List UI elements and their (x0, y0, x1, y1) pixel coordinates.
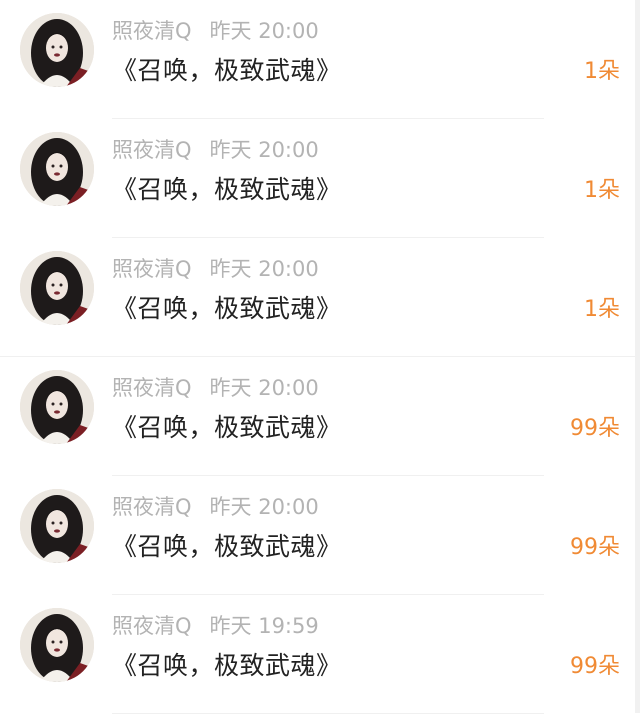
record-meta: 照夜清Q 昨天 20:00 (112, 16, 319, 46)
avatar-portrait-icon (20, 489, 94, 563)
avatar-portrait-icon (20, 608, 94, 682)
gift-record-list: 照夜清Q 昨天 20:00 《召唤，极致武魂》 1朵 照夜清Q 昨天 20:00 《… (0, 0, 640, 714)
avatar[interactable] (20, 608, 94, 682)
record-meta: 照夜清Q 昨天 20:00 (112, 254, 319, 284)
avatar-portrait-icon (20, 251, 94, 325)
avatar[interactable] (20, 251, 94, 325)
avatar-portrait-icon (20, 132, 94, 206)
username: 照夜清Q (112, 19, 192, 43)
gift-count: 1朵 (584, 297, 620, 322)
gift-count: 99朵 (570, 416, 620, 441)
timestamp: 昨天 20:00 (209, 257, 319, 281)
gift-count: 1朵 (584, 59, 620, 84)
gift-count: 99朵 (570, 654, 620, 679)
avatar[interactable] (20, 489, 94, 563)
record-meta: 照夜清Q 昨天 19:59 (112, 611, 319, 641)
timestamp: 昨天 20:00 (209, 138, 319, 162)
scroll-edge (635, 0, 640, 713)
username: 照夜清Q (112, 614, 192, 638)
gift-count: 1朵 (584, 178, 620, 203)
timestamp: 昨天 19:59 (209, 614, 319, 638)
record-meta: 照夜清Q 昨天 20:00 (112, 373, 319, 403)
timestamp: 昨天 20:00 (209, 376, 319, 400)
book-title: 《召唤，极致武魂》 (112, 651, 342, 680)
list-item[interactable]: 照夜清Q 昨天 20:00 《召唤，极致武魂》 1朵 (0, 238, 640, 357)
avatar[interactable] (20, 13, 94, 87)
avatar-portrait-icon (20, 13, 94, 87)
book-title: 《召唤，极致武魂》 (112, 294, 342, 323)
record-meta: 照夜清Q 昨天 20:00 (112, 492, 319, 522)
avatar[interactable] (20, 370, 94, 444)
avatar-portrait-icon (20, 370, 94, 444)
book-title: 《召唤，极致武魂》 (112, 532, 342, 561)
book-title: 《召唤，极致武魂》 (112, 413, 342, 442)
username: 照夜清Q (112, 257, 192, 281)
list-item[interactable]: 照夜清Q 昨天 20:00 《召唤，极致武魂》 1朵 (0, 119, 640, 238)
username: 照夜清Q (112, 495, 192, 519)
gift-count: 99朵 (570, 535, 620, 560)
list-item[interactable]: 照夜清Q 昨天 20:00 《召唤，极致武魂》 1朵 (0, 0, 640, 119)
username: 照夜清Q (112, 376, 192, 400)
book-title: 《召唤，极致武魂》 (112, 175, 342, 204)
avatar[interactable] (20, 132, 94, 206)
timestamp: 昨天 20:00 (209, 19, 319, 43)
book-title: 《召唤，极致武魂》 (112, 56, 342, 85)
username: 照夜清Q (112, 138, 192, 162)
list-item[interactable]: 照夜清Q 昨天 20:00 《召唤，极致武魂》 99朵 (0, 476, 640, 595)
timestamp: 昨天 20:00 (209, 495, 319, 519)
list-item[interactable]: 照夜清Q 昨天 20:00 《召唤，极致武魂》 99朵 (0, 357, 640, 476)
list-item[interactable]: 照夜清Q 昨天 19:59 《召唤，极致武魂》 99朵 (0, 595, 640, 714)
record-meta: 照夜清Q 昨天 20:00 (112, 135, 319, 165)
